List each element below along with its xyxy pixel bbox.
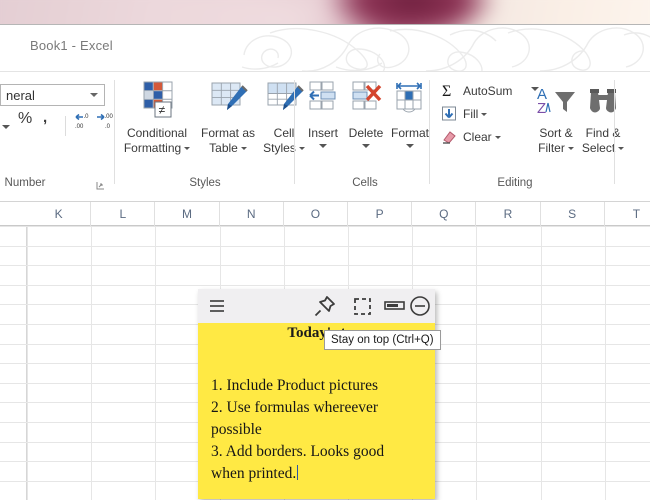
svg-text:Z: Z <box>537 100 546 117</box>
workbook-title: Book1 - Excel <box>30 38 113 53</box>
grid-hline <box>0 285 650 286</box>
sticky-note-toolbar <box>198 289 435 323</box>
note-line-5: when printed. <box>211 463 425 485</box>
conditional-formatting-label-line1: Conditional <box>126 126 188 140</box>
group-separator-styles <box>294 80 295 184</box>
chevron-down-icon <box>90 93 98 97</box>
chevron-down-icon <box>494 136 501 139</box>
binoculars-icon <box>585 86 621 125</box>
eraser-icon <box>441 128 458 148</box>
column-header-p[interactable]: P <box>348 202 413 226</box>
delete-cells-label: Delete <box>348 126 384 140</box>
note-line-1: 1. Include Product pictures <box>211 377 379 394</box>
group-separator-editing <box>614 80 615 184</box>
svg-text:≠: ≠ <box>159 103 166 117</box>
pushpin-icon[interactable] <box>308 289 342 323</box>
column-header-o[interactable]: O <box>284 202 348 226</box>
svg-text:.0: .0 <box>84 114 90 120</box>
excel-ribbon: neral % , .0 .00 .00 .0 Number ≠ Conditi… <box>0 72 650 202</box>
grid-hline <box>0 265 650 266</box>
grid-hline <box>0 226 650 227</box>
chevron-down-icon[interactable] <box>362 144 370 148</box>
chevron-down-icon <box>618 147 625 150</box>
ribbon-group-label-styles: Styles <box>189 177 221 189</box>
column-header-s[interactable]: S <box>541 202 605 226</box>
column-header-k[interactable]: K <box>27 202 92 226</box>
number-group-divider <box>65 116 66 136</box>
dashed-square-icon[interactable] <box>345 289 379 323</box>
conditional-formatting-icon: ≠ <box>135 80 179 127</box>
ribbon-group-label-cells: Cells <box>352 177 378 189</box>
chevron-down-icon <box>184 147 191 150</box>
ribbon-group-editing: Σ AutoSum Fill Clear A Z Sort & Filter F… <box>435 72 625 202</box>
format-as-table-icon <box>206 80 250 127</box>
excel-title-bar: Book1 - Excel <box>0 25 650 72</box>
insert-cells-icon <box>303 80 343 125</box>
svg-text:Σ: Σ <box>442 83 451 99</box>
column-header-r[interactable]: R <box>476 202 541 226</box>
svg-text:.00: .00 <box>75 124 84 130</box>
ribbon-group-cells: Insert Delete Format Cells <box>300 72 430 202</box>
ribbon-group-label-editing: Editing <box>497 177 533 189</box>
cell-styles-label-line1: Cell <box>273 126 295 140</box>
column-header-m[interactable]: M <box>155 202 220 226</box>
svg-text:.00: .00 <box>105 114 114 120</box>
wallpaper-image <box>0 0 650 25</box>
column-header-q[interactable]: Q <box>412 202 477 226</box>
grid-hline <box>0 246 650 247</box>
desktop-wallpaper <box>0 0 650 25</box>
column-header-t[interactable]: T <box>605 202 650 226</box>
number-format-select[interactable]: neral <box>0 84 105 106</box>
sigma-icon: Σ <box>441 82 459 102</box>
column-header-n[interactable]: N <box>220 202 284 226</box>
tooltip-stay-on-top: Stay on top (Ctrl+Q) <box>324 330 441 350</box>
ribbon-group-number: neral % , .0 .00 .00 .0 Number <box>0 72 115 202</box>
sort-filter-label-line2: Filter <box>538 141 565 155</box>
svg-text:.0: .0 <box>105 124 111 130</box>
chevron-down-icon[interactable] <box>406 144 414 148</box>
note-line-3: possible <box>211 421 262 438</box>
ribbon-group-label-number: Number <box>4 177 46 189</box>
sticky-note-body[interactable]: 1. Include Product pictures 2. Use formu… <box>211 375 425 485</box>
hamburger-menu-icon[interactable] <box>200 289 234 323</box>
ribbon-group-styles: ≠ Conditional Formatting Format as Table… <box>115 72 305 202</box>
percent-style-button[interactable]: % <box>18 110 32 128</box>
format-as-table-label-line2: Table <box>209 141 238 155</box>
fill-down-icon <box>441 105 458 125</box>
increase-decimal-button[interactable]: .0 .00 <box>73 113 93 136</box>
format-as-table-label-line1: Format as <box>200 126 255 140</box>
cell-styles-label-line2: Styles <box>263 141 296 155</box>
column-headers: KLMNOPQRST <box>0 202 650 226</box>
conditional-formatting-label-line2: Formatting <box>123 141 182 155</box>
accounting-format-caret[interactable] <box>2 116 10 132</box>
text-cursor <box>297 465 299 480</box>
note-line-5-text: when printed. <box>211 465 297 482</box>
find-select-label-line1: Find & <box>585 126 621 140</box>
comma-style-button[interactable]: , <box>43 109 47 126</box>
group-separator-cells <box>429 80 430 184</box>
find-select-label-line2: Select <box>581 141 616 155</box>
chevron-down-icon <box>240 147 247 150</box>
format-cells-label: Format <box>390 126 429 140</box>
titlebar-flourish-decoration <box>241 27 650 72</box>
decrease-decimal-button[interactable]: .00 .0 <box>95 113 115 136</box>
fill-label: Fill <box>463 107 479 121</box>
minus-circle-icon[interactable] <box>403 289 437 323</box>
autosum-label: AutoSum <box>463 84 513 98</box>
note-line-2: 2. Use formulas whereever <box>211 399 378 416</box>
format-cells-icon <box>390 80 430 125</box>
sort-filter-label-line1: Sort & <box>539 126 573 140</box>
sort-filter-icon: A Z <box>535 84 577 127</box>
chevron-down-icon[interactable] <box>319 144 327 148</box>
note-line-4: 3. Add borders. Looks good <box>211 443 385 460</box>
chevron-down-icon <box>567 147 574 150</box>
insert-cells-label: Insert <box>307 126 338 140</box>
sticky-note-window[interactable]: Today's t 1. Include Product pictures 2.… <box>198 289 435 499</box>
number-dialog-launcher[interactable] <box>96 181 105 190</box>
chevron-down-icon <box>481 113 488 116</box>
delete-cells-icon <box>346 80 386 125</box>
column-header-l[interactable]: L <box>91 202 156 226</box>
excel-window: Book1 - Excel neral % , .0 .00 .00 .0 Nu… <box>0 25 650 500</box>
clear-label: Clear <box>463 130 492 144</box>
